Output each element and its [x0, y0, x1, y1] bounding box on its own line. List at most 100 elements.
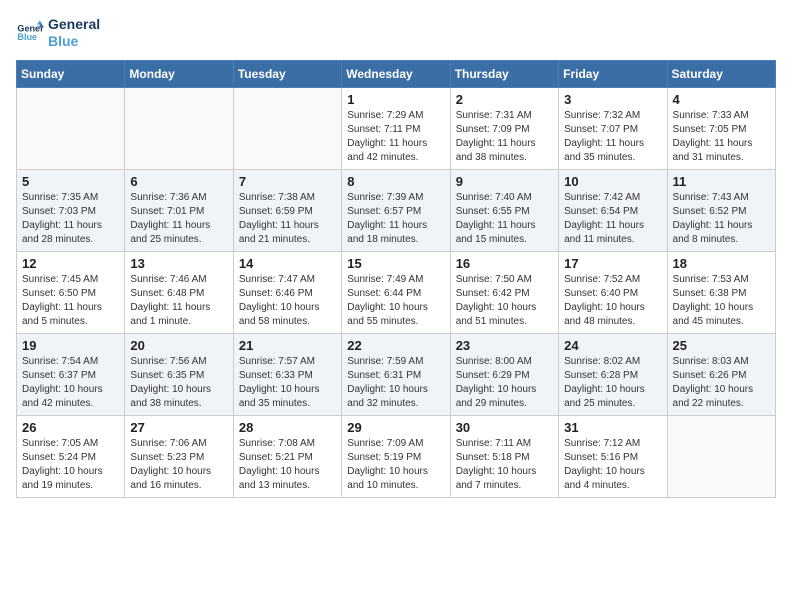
logo: General Blue General Blue — [16, 16, 100, 50]
day-info: Sunrise: 7:31 AM Sunset: 7:09 PM Dayligh… — [456, 109, 553, 165]
day-number: 17 — [564, 256, 661, 271]
calendar-cell: 9 Sunrise: 7:40 AM Sunset: 6:55 PM Daylig… — [450, 169, 558, 251]
calendar-week-1: 1 Sunrise: 7:29 AM Sunset: 7:11 PM Daylig… — [17, 87, 776, 169]
calendar-cell: 11Sunrise: 7:43 AM Sunset: 6:52 PM Dayli… — [667, 169, 775, 251]
day-number: 3 — [564, 92, 661, 107]
day-info: Sunrise: 7:12 AM Sunset: 5:16 PM Dayligh… — [564, 437, 661, 493]
day-number: 12 — [22, 256, 119, 271]
day-info: Sunrise: 7:54 AM Sunset: 6:37 PM Dayligh… — [22, 355, 119, 411]
calendar-table: SundayMondayTuesdayWednesdayThursdayFrid… — [16, 60, 776, 498]
day-number: 27 — [130, 420, 227, 435]
day-info: Sunrise: 7:09 AM Sunset: 5:19 PM Dayligh… — [347, 437, 444, 493]
calendar-cell: 17 Sunrise: 7:52 AM Sunset: 6:40 PM Dayli… — [559, 251, 667, 333]
calendar-cell — [667, 415, 775, 497]
calendar-cell: 20 Sunrise: 7:56 AM Sunset: 6:35 PM Dayli… — [125, 333, 233, 415]
calendar-cell: 19 Sunrise: 7:54 AM Sunset: 6:37 PM Dayli… — [17, 333, 125, 415]
calendar-cell: 23 Sunrise: 8:00 AM Sunset: 6:29 PM Dayli… — [450, 333, 558, 415]
day-info: Sunrise: 8:00 AM Sunset: 6:29 PM Dayligh… — [456, 355, 553, 411]
day-number: 15 — [347, 256, 444, 271]
day-info: Sunrise: 7:57 AM Sunset: 6:33 PM Dayligh… — [239, 355, 336, 411]
calendar-week-5: 26Sunrise: 7:05 AM Sunset: 5:24 PM Dayli… — [17, 415, 776, 497]
col-header-sunday: Sunday — [17, 60, 125, 87]
day-number: 28 — [239, 420, 336, 435]
calendar-cell: 29Sunrise: 7:09 AM Sunset: 5:19 PM Dayli… — [342, 415, 450, 497]
day-number: 6 — [130, 174, 227, 189]
day-number: 24 — [564, 338, 661, 353]
day-info: Sunrise: 7:06 AM Sunset: 5:23 PM Dayligh… — [130, 437, 227, 493]
calendar-cell: 6Sunrise: 7:36 AM Sunset: 7:01 PM Daylig… — [125, 169, 233, 251]
calendar-cell: 14 Sunrise: 7:47 AM Sunset: 6:46 PM Dayli… — [233, 251, 341, 333]
day-number: 23 — [456, 338, 553, 353]
calendar-cell: 5Sunrise: 7:35 AM Sunset: 7:03 PM Daylig… — [17, 169, 125, 251]
col-header-tuesday: Tuesday — [233, 60, 341, 87]
day-number: 8 — [347, 174, 444, 189]
calendar-cell: 4 Sunrise: 7:33 AM Sunset: 7:05 PM Daylig… — [667, 87, 775, 169]
day-number: 7 — [239, 174, 336, 189]
day-info: Sunrise: 7:32 AM Sunset: 7:07 PM Dayligh… — [564, 109, 661, 165]
day-number: 9 — [456, 174, 553, 189]
day-info: Sunrise: 7:46 AM Sunset: 6:48 PM Dayligh… — [130, 273, 227, 329]
day-info: Sunrise: 7:40 AM Sunset: 6:55 PM Dayligh… — [456, 191, 553, 247]
day-number: 20 — [130, 338, 227, 353]
calendar-cell — [17, 87, 125, 169]
day-info: Sunrise: 7:05 AM Sunset: 5:24 PM Dayligh… — [22, 437, 119, 493]
col-header-wednesday: Wednesday — [342, 60, 450, 87]
day-info: Sunrise: 7:47 AM Sunset: 6:46 PM Dayligh… — [239, 273, 336, 329]
calendar-cell: 16Sunrise: 7:50 AM Sunset: 6:42 PM Dayli… — [450, 251, 558, 333]
day-info: Sunrise: 7:56 AM Sunset: 6:35 PM Dayligh… — [130, 355, 227, 411]
calendar-cell: 27 Sunrise: 7:06 AM Sunset: 5:23 PM Dayli… — [125, 415, 233, 497]
day-info: Sunrise: 7:45 AM Sunset: 6:50 PM Dayligh… — [22, 273, 119, 329]
day-number: 13 — [130, 256, 227, 271]
calendar-cell — [125, 87, 233, 169]
day-number: 14 — [239, 256, 336, 271]
calendar-cell: 21 Sunrise: 7:57 AM Sunset: 6:33 PM Dayli… — [233, 333, 341, 415]
day-info: Sunrise: 7:49 AM Sunset: 6:44 PM Dayligh… — [347, 273, 444, 329]
calendar-cell: 13 Sunrise: 7:46 AM Sunset: 6:48 PM Dayli… — [125, 251, 233, 333]
calendar-cell: 26Sunrise: 7:05 AM Sunset: 5:24 PM Dayli… — [17, 415, 125, 497]
calendar-cell: 31Sunrise: 7:12 AM Sunset: 5:16 PM Dayli… — [559, 415, 667, 497]
calendar-cell: 1 Sunrise: 7:29 AM Sunset: 7:11 PM Daylig… — [342, 87, 450, 169]
day-number: 22 — [347, 338, 444, 353]
day-number: 30 — [456, 420, 553, 435]
calendar-cell: 24Sunrise: 8:02 AM Sunset: 6:28 PM Dayli… — [559, 333, 667, 415]
calendar-cell: 30 Sunrise: 7:11 AM Sunset: 5:18 PM Dayli… — [450, 415, 558, 497]
calendar-cell: 7 Sunrise: 7:38 AM Sunset: 6:59 PM Daylig… — [233, 169, 341, 251]
calendar-week-3: 12 Sunrise: 7:45 AM Sunset: 6:50 PM Dayli… — [17, 251, 776, 333]
day-info: Sunrise: 7:33 AM Sunset: 7:05 PM Dayligh… — [673, 109, 770, 165]
calendar-cell: 2Sunrise: 7:31 AM Sunset: 7:09 PM Daylig… — [450, 87, 558, 169]
day-info: Sunrise: 7:50 AM Sunset: 6:42 PM Dayligh… — [456, 273, 553, 329]
calendar-cell: 3 Sunrise: 7:32 AM Sunset: 7:07 PM Daylig… — [559, 87, 667, 169]
calendar-header-row: SundayMondayTuesdayWednesdayThursdayFrid… — [17, 60, 776, 87]
day-info: Sunrise: 7:42 AM Sunset: 6:54 PM Dayligh… — [564, 191, 661, 247]
day-info: Sunrise: 7:11 AM Sunset: 5:18 PM Dayligh… — [456, 437, 553, 493]
calendar-cell: 25Sunrise: 8:03 AM Sunset: 6:26 PM Dayli… — [667, 333, 775, 415]
day-number: 21 — [239, 338, 336, 353]
svg-text:Blue: Blue — [17, 32, 37, 42]
col-header-thursday: Thursday — [450, 60, 558, 87]
day-number: 4 — [673, 92, 770, 107]
calendar-cell: 18Sunrise: 7:53 AM Sunset: 6:38 PM Dayli… — [667, 251, 775, 333]
day-info: Sunrise: 7:08 AM Sunset: 5:21 PM Dayligh… — [239, 437, 336, 493]
logo-icon: General Blue — [16, 19, 44, 47]
day-number: 10 — [564, 174, 661, 189]
day-number: 1 — [347, 92, 444, 107]
logo-blue: Blue — [48, 33, 100, 50]
page-header: General Blue General Blue — [16, 16, 776, 50]
day-number: 19 — [22, 338, 119, 353]
day-info: Sunrise: 7:38 AM Sunset: 6:59 PM Dayligh… — [239, 191, 336, 247]
col-header-saturday: Saturday — [667, 60, 775, 87]
day-info: Sunrise: 7:53 AM Sunset: 6:38 PM Dayligh… — [673, 273, 770, 329]
day-number: 11 — [673, 174, 770, 189]
logo-general: General — [48, 16, 100, 33]
day-number: 25 — [673, 338, 770, 353]
day-info: Sunrise: 7:35 AM Sunset: 7:03 PM Dayligh… — [22, 191, 119, 247]
day-info: Sunrise: 7:52 AM Sunset: 6:40 PM Dayligh… — [564, 273, 661, 329]
calendar-cell: 28 Sunrise: 7:08 AM Sunset: 5:21 PM Dayli… — [233, 415, 341, 497]
day-info: Sunrise: 7:59 AM Sunset: 6:31 PM Dayligh… — [347, 355, 444, 411]
calendar-cell: 22 Sunrise: 7:59 AM Sunset: 6:31 PM Dayli… — [342, 333, 450, 415]
col-header-friday: Friday — [559, 60, 667, 87]
calendar-week-2: 5Sunrise: 7:35 AM Sunset: 7:03 PM Daylig… — [17, 169, 776, 251]
day-info: Sunrise: 7:29 AM Sunset: 7:11 PM Dayligh… — [347, 109, 444, 165]
calendar-cell: 8Sunrise: 7:39 AM Sunset: 6:57 PM Daylig… — [342, 169, 450, 251]
calendar-cell: 10 Sunrise: 7:42 AM Sunset: 6:54 PM Dayli… — [559, 169, 667, 251]
